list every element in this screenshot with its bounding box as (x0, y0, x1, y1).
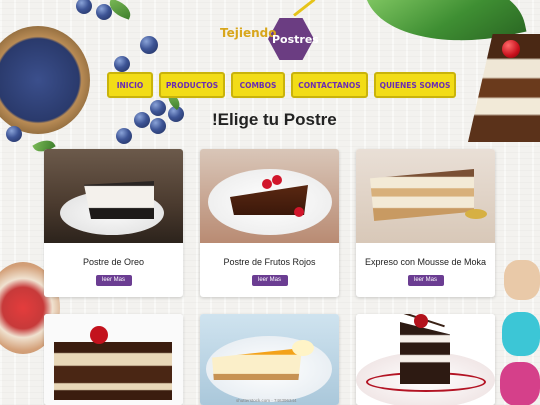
page-title: !Elige tu Postre (212, 110, 337, 129)
cake-slice (84, 181, 154, 219)
brand-logo[interactable]: Tejiendo Postres (220, 0, 320, 62)
product-image (200, 149, 339, 243)
product-image (200, 314, 339, 405)
product-title: Postre de Frutos Rojos (223, 257, 316, 267)
cake-slice (54, 342, 172, 400)
product-image (356, 314, 495, 405)
nav-item-productos[interactable]: PRODUCTOS (159, 72, 225, 98)
product-image (44, 314, 183, 405)
cherry-icon (414, 314, 428, 328)
whisk-icon (293, 0, 316, 17)
cake-slice (400, 322, 450, 384)
blueberry-icon (134, 112, 150, 128)
nav-item-combos[interactable]: COMBOS (231, 72, 285, 98)
nav-item-contactanos[interactable]: CONTACTANOS (291, 72, 368, 98)
read-more-button[interactable]: leer Mas (95, 275, 132, 286)
macaron-icon (502, 312, 540, 356)
product-image (356, 149, 495, 243)
blueberry-icon (116, 128, 132, 144)
blueberry-icon (150, 100, 166, 116)
brand-name-line2: Postres (272, 33, 319, 46)
berry (272, 175, 282, 185)
product-card[interactable] (200, 314, 339, 405)
product-card[interactable] (44, 314, 183, 405)
product-card-moka[interactable]: Expreso con Mousse de Moka leer Mas (356, 149, 495, 297)
cherry-icon (502, 40, 520, 58)
macaron-icon (504, 260, 540, 300)
cake-slice (370, 169, 474, 221)
product-image (44, 149, 183, 243)
image-watermark: shutterstock.com · 746396344 (236, 398, 297, 403)
berry (294, 207, 304, 217)
product-card-oreo[interactable]: Postre de Oreo leer Mas (44, 149, 183, 297)
main-nav: INICIO PRODUCTOS COMBOS CONTACTANOS QUIE… (107, 72, 456, 98)
berry (262, 179, 272, 189)
product-card-frutos-rojos[interactable]: Postre de Frutos Rojos leer Mas (200, 149, 339, 297)
macaron-icon (500, 362, 540, 405)
spoon (465, 209, 487, 219)
nav-item-inicio[interactable]: INICIO (107, 72, 153, 98)
blueberry-icon (6, 126, 22, 142)
nav-item-quienes-somos[interactable]: QUIENES SOMOS (374, 72, 456, 98)
product-title: Expreso con Mousse de Moka (364, 257, 487, 267)
read-more-button[interactable]: leer Mas (407, 275, 444, 286)
brand-name-line1: Tejiendo (220, 26, 277, 40)
product-title: Postre de Oreo (82, 257, 145, 267)
read-more-button[interactable]: leer Mas (251, 275, 288, 286)
blueberry-bowl-image (0, 26, 90, 134)
blueberry-icon (140, 36, 158, 54)
blueberry-icon (114, 56, 130, 72)
page: Tejiendo Postres INICIO PRODUCTOS COMBOS… (0, 0, 540, 405)
product-card[interactable] (356, 314, 495, 405)
blueberry-icon (76, 0, 92, 14)
cherry-icon (90, 326, 108, 344)
blueberry-icon (150, 118, 166, 134)
cream (292, 340, 314, 356)
